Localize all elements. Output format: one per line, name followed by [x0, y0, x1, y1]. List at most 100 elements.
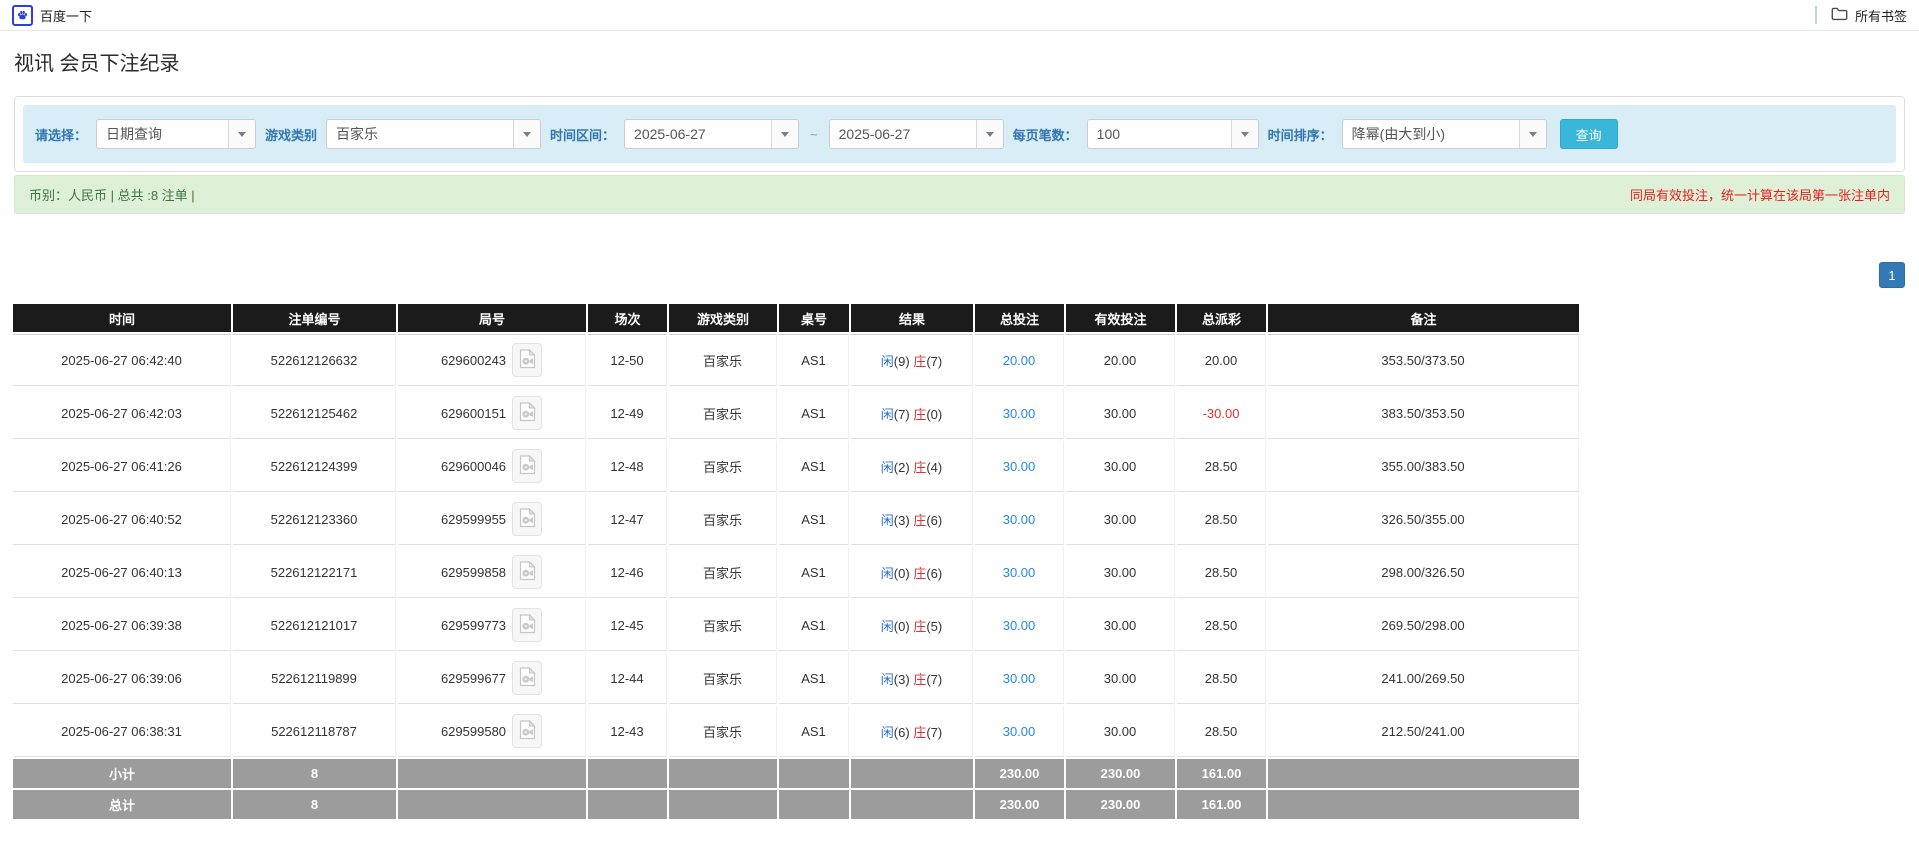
bet-records-table: 时间 注单编号 局号 场次 游戏类别 桌号 结果 总投注 有效投注 总派彩 备注 2025-06-2… [11, 302, 1581, 821]
all-bookmarks-label: 所有书签 [1854, 8, 1907, 24]
result-player-score: (9) [893, 353, 910, 369]
cell-table-no: AS1 [779, 706, 849, 757]
video-replay-button[interactable] [512, 449, 543, 483]
chevron-down-icon[interactable] [1230, 120, 1258, 148]
round-id: 629599858 [440, 564, 507, 580]
total-bet-link[interactable]: 30.00 [1003, 512, 1036, 527]
footer-empty [588, 759, 667, 788]
table-row: 2025-06-27 06:39:38 522612121017 629599773… [13, 600, 1579, 651]
video-replay-button[interactable] [512, 502, 543, 536]
bookmarks-divider [1814, 6, 1817, 24]
total-bet-link[interactable]: 30.00 [1003, 406, 1036, 421]
search-button[interactable]: 查询 [1559, 119, 1618, 149]
time-sort-select[interactable]: 降幂(由大到小) [1341, 119, 1547, 149]
cell-total-bet: 30.00 [975, 494, 1064, 545]
video-replay-button[interactable] [512, 608, 543, 642]
total-bet-link[interactable]: 30.00 [1003, 671, 1036, 686]
cell-note: 269.50/298.00 [1268, 600, 1579, 651]
round-id: 629600046 [440, 458, 507, 474]
cell-note: 355.00/383.50 [1268, 441, 1579, 492]
all-bookmarks-button[interactable]: 所有书签 [1831, 6, 1907, 25]
summary-bar: 币别：人民币 | 总共 :8 注单 | 同局有效投注，统一计算在该局第一张注单内 [14, 175, 1905, 214]
page-button-1[interactable]: 1 [1879, 262, 1905, 288]
total-bet-link[interactable]: 30.00 [1003, 565, 1036, 580]
payout-value: 28.50 [1204, 511, 1238, 527]
video-replay-icon [519, 454, 536, 478]
cell-table-no: AS1 [779, 494, 849, 545]
result-banker-score: (6) [926, 512, 943, 528]
column-header: 结果 [851, 304, 973, 332]
footer-empty [588, 790, 667, 819]
baidu-paw-icon [12, 4, 33, 26]
table-row: 2025-06-27 06:40:52 522612123360 629599955… [13, 494, 1579, 545]
footer-payout: 161.00 [1177, 790, 1266, 819]
footer-label: 总计 [13, 790, 231, 819]
query-type-select[interactable]: 日期查询 [96, 119, 257, 149]
cell-payout: 28.50 [1177, 547, 1266, 598]
result-banker: 庄 [913, 353, 927, 369]
cell-note: 212.50/241.00 [1268, 706, 1579, 757]
cell-total-bet: 30.00 [975, 547, 1064, 598]
video-replay-button[interactable] [512, 396, 543, 430]
pagination: 1 [14, 262, 1905, 288]
table-row: 2025-06-27 06:42:03 522612125462 629600151… [13, 388, 1579, 439]
cell-result: 闲(2) 庄(4) [851, 441, 973, 492]
cell-game-type: 百家乐 [669, 600, 777, 651]
round-id: 629599955 [440, 511, 507, 527]
bookmark-label: 百度一下 [40, 8, 93, 24]
subtotal-row: 小计 8 230.00 230.00 161.00 [13, 759, 1579, 788]
bookmark-baidu[interactable]: 百度一下 [12, 4, 93, 26]
cell-table-no: AS1 [779, 600, 849, 651]
chevron-down-icon[interactable] [228, 120, 256, 148]
page-size-select[interactable]: 100 [1086, 119, 1259, 149]
payout-value: 20.00 [1204, 352, 1238, 368]
date-to-select[interactable]: 2025-06-27 [828, 119, 1004, 149]
cell-time: 2025-06-27 06:41:26 [13, 441, 231, 492]
cell-total-bet: 30.00 [975, 441, 1064, 492]
total-bet-link[interactable]: 30.00 [1003, 618, 1036, 633]
filter-bar: 请选择： 日期查询 游戏类别 百家乐 时间区间： 2025-06-27 ~ 20… [23, 105, 1896, 163]
payout-value: 28.50 [1204, 458, 1238, 474]
chevron-down-icon[interactable] [513, 120, 541, 148]
video-replay-button[interactable] [512, 343, 543, 377]
cell-game-type: 百家乐 [669, 334, 777, 386]
table-footer: 小计 8 230.00 230.00 161.00 总计 8 230.00 230.00 161.… [13, 759, 1579, 819]
video-replay-button[interactable] [512, 555, 543, 589]
total-bet-link[interactable]: 30.00 [1003, 459, 1036, 474]
total-bet-link[interactable]: 30.00 [1003, 724, 1036, 739]
cell-result: 闲(3) 庄(6) [851, 494, 973, 545]
cell-bet-id: 522612121017 [233, 600, 396, 651]
chevron-down-icon[interactable] [1518, 120, 1546, 148]
chevron-down-icon[interactable] [975, 120, 1003, 148]
video-replay-button[interactable] [512, 714, 543, 748]
total-bet-link[interactable]: 20.00 [1003, 353, 1036, 368]
result-player: 闲 [880, 565, 894, 581]
game-type-select[interactable]: 百家乐 [326, 119, 542, 149]
column-header: 游戏类别 [669, 304, 777, 332]
cell-valid-bet: 30.00 [1066, 388, 1175, 439]
notice-text: 同局有效投注，统一计算在该局第一张注单内 [1629, 188, 1890, 203]
summary-text: 币别：人民币 | 总共 :8 注单 | [29, 188, 195, 203]
cell-payout: 28.50 [1177, 653, 1266, 704]
cell-total-bet: 30.00 [975, 653, 1064, 704]
footer-empty [669, 790, 777, 819]
footer-payout: 161.00 [1177, 759, 1266, 788]
video-replay-button[interactable] [512, 661, 543, 695]
cell-total-bet: 30.00 [975, 706, 1064, 757]
video-replay-icon [519, 348, 536, 372]
cell-bet-id: 522612123360 [233, 494, 396, 545]
cell-bet-id: 522612119899 [233, 653, 396, 704]
cell-round-id: 629599773 [398, 600, 586, 651]
date-from-select[interactable]: 2025-06-27 [624, 119, 800, 149]
column-header: 总投注 [975, 304, 1064, 332]
cell-table-no: AS1 [779, 547, 849, 598]
cell-total-bet: 30.00 [975, 600, 1064, 651]
cell-time: 2025-06-27 06:39:06 [13, 653, 231, 704]
cell-game-type: 百家乐 [669, 706, 777, 757]
result-banker-score: (5) [926, 618, 943, 634]
game-type-label: 游戏类别 [265, 127, 318, 143]
result-banker-score: (7) [926, 671, 943, 687]
chevron-down-icon[interactable] [771, 120, 799, 148]
footer-empty [851, 759, 973, 788]
footer-label: 小计 [13, 759, 231, 788]
